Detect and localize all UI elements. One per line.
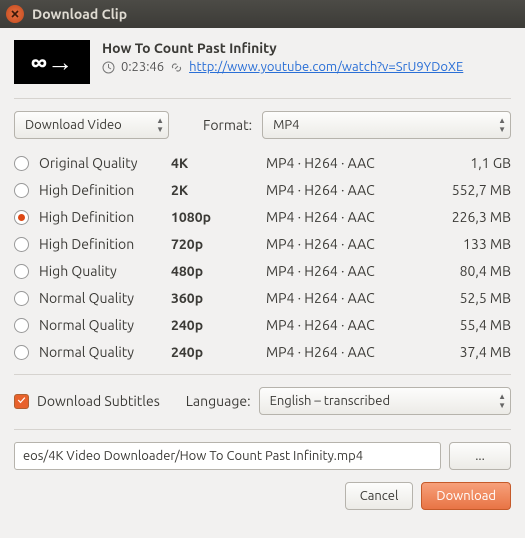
quality-resolution: 480p [171,263,266,279]
quality-list: Original Quality4KMP4 · H264 · AAC1,1 GB… [14,155,511,360]
language-label: Language: [186,393,251,409]
quality-codec: MP4 · H264 · AAC [266,155,431,171]
chevron-updown-icon: ▲▼ [498,392,506,410]
quality-size: 55,4 MB [431,317,511,333]
save-path-input[interactable] [14,442,441,470]
download-mode-label: Download Video [25,118,122,132]
quality-resolution: 1080p [171,209,266,225]
language-select[interactable]: English – transcribed ▲▼ [259,387,511,415]
video-thumbnail: ∞→ [14,40,90,84]
titlebar: Download Clip [0,0,525,28]
quality-label: Original Quality [39,155,171,171]
video-duration: 0:23:46 [121,60,164,74]
quality-option[interactable]: Original Quality4KMP4 · H264 · AAC1,1 GB [14,155,511,171]
quality-codec: MP4 · H264 · AAC [266,182,431,198]
quality-label: Normal Quality [39,344,171,360]
quality-codec: MP4 · H264 · AAC [266,236,431,252]
quality-option[interactable]: High Quality480pMP4 · H264 · AAC80,4 MB [14,263,511,279]
quality-size: 1,1 GB [431,155,511,171]
video-title: How To Count Past Infinity [102,40,463,56]
format-select[interactable]: MP4 ▲▼ [262,111,511,139]
radio-icon[interactable] [14,210,29,225]
format-label: Format: [203,117,252,133]
quality-option[interactable]: Normal Quality240pMP4 · H264 · AAC55,4 M… [14,317,511,333]
browse-button[interactable]: ... [449,442,511,470]
quality-option[interactable]: High Definition1080pMP4 · H264 · AAC226,… [14,209,511,225]
quality-label: High Definition [39,236,171,252]
quality-option[interactable]: High Definition720pMP4 · H264 · AAC133 M… [14,236,511,252]
radio-icon[interactable] [14,237,29,252]
window-title: Download Clip [32,6,127,22]
quality-option[interactable]: Normal Quality360pMP4 · H264 · AAC52,5 M… [14,290,511,306]
quality-size: 133 MB [431,236,511,252]
separator [14,429,511,430]
quality-codec: MP4 · H264 · AAC [266,317,431,333]
radio-icon[interactable] [14,291,29,306]
format-value: MP4 [273,118,299,132]
quality-resolution: 720p [171,236,266,252]
quality-codec: MP4 · H264 · AAC [266,209,431,225]
cancel-button[interactable]: Cancel [345,482,414,510]
radio-icon[interactable] [14,318,29,333]
subtitles-checkbox[interactable]: ✓ [14,394,29,409]
quality-label: High Definition [39,182,171,198]
radio-icon[interactable] [14,264,29,279]
download-mode-select[interactable]: Download Video ▲▼ [14,111,169,139]
quality-option[interactable]: Normal Quality240pMP4 · H264 · AAC37,4 M… [14,344,511,360]
quality-size: 52,5 MB [431,290,511,306]
chevron-updown-icon: ▲▼ [498,116,506,134]
quality-label: Normal Quality [39,290,171,306]
quality-label: High Quality [39,263,171,279]
clock-icon [102,61,115,74]
video-url[interactable]: http://www.youtube.com/watch?v=SrU9YDoXE [189,60,463,74]
quality-size: 37,4 MB [431,344,511,360]
quality-codec: MP4 · H264 · AAC [266,263,431,279]
quality-resolution: 360p [171,290,266,306]
radio-icon[interactable] [14,156,29,171]
quality-label: Normal Quality [39,317,171,333]
separator [14,98,511,99]
subtitles-label: Download Subtitles [37,393,160,409]
quality-resolution: 240p [171,344,266,360]
quality-resolution: 2K [171,182,266,198]
language-value: English – transcribed [270,394,391,408]
quality-size: 80,4 MB [431,263,511,279]
link-icon [170,61,183,74]
quality-codec: MP4 · H264 · AAC [266,290,431,306]
quality-resolution: 240p [171,317,266,333]
download-button[interactable]: Download [421,482,511,510]
chevron-updown-icon: ▲▼ [156,116,164,134]
quality-option[interactable]: High Definition2KMP4 · H264 · AAC552,7 M… [14,182,511,198]
quality-label: High Definition [39,209,171,225]
quality-size: 226,3 MB [431,209,511,225]
radio-icon[interactable] [14,183,29,198]
radio-icon[interactable] [14,345,29,360]
quality-codec: MP4 · H264 · AAC [266,344,431,360]
video-header: ∞→ How To Count Past Infinity 0:23:46 ht… [14,40,511,84]
separator [14,374,511,375]
quality-resolution: 4K [171,155,266,171]
close-icon[interactable] [6,5,24,23]
quality-size: 552,7 MB [431,182,511,198]
